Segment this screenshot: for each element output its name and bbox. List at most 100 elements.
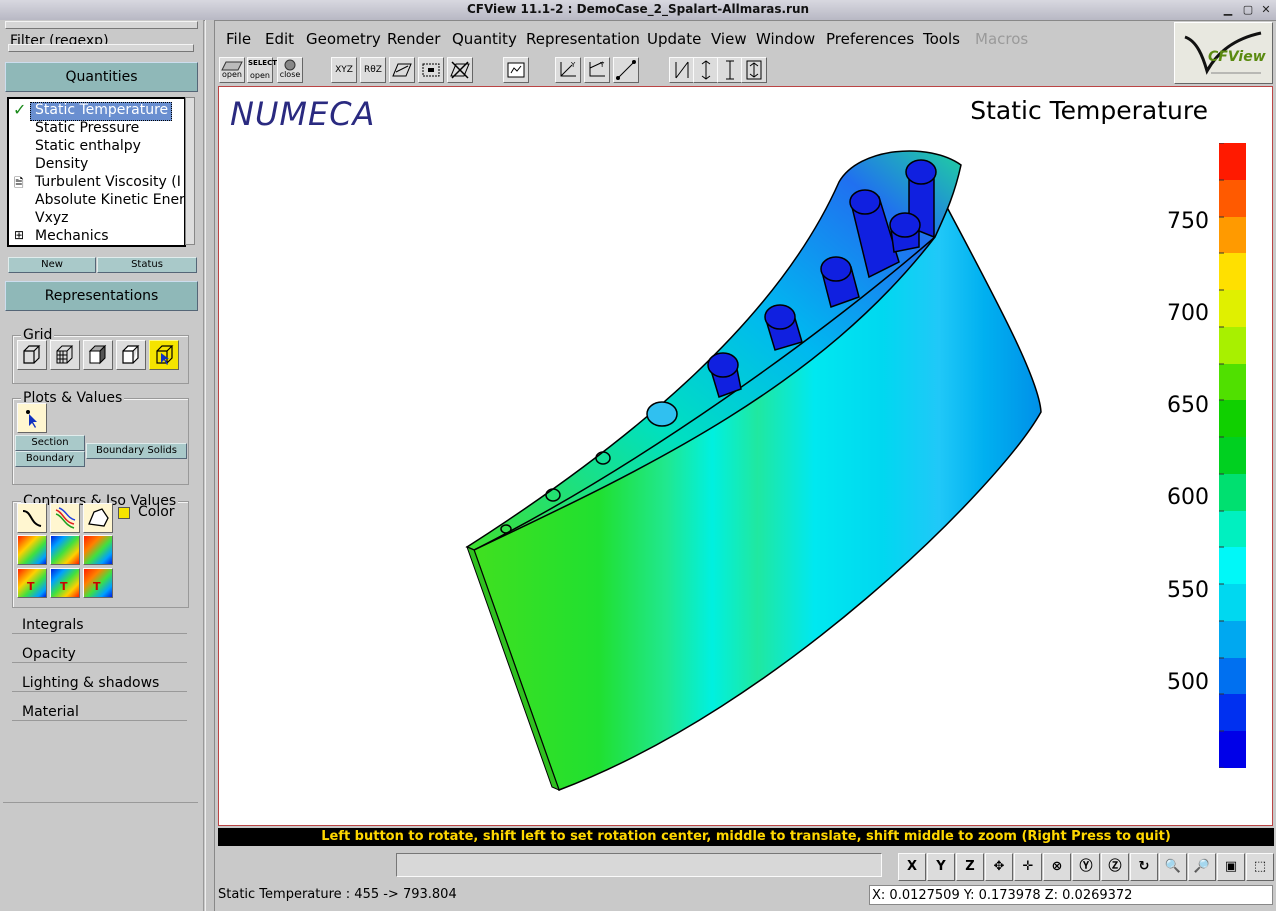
rqz-button[interactable]: RθZ: [360, 57, 386, 83]
rotate-x-icon[interactable]: ⊗: [1043, 853, 1071, 881]
contour-flat-icon[interactable]: [17, 535, 47, 565]
menu-file[interactable]: File: [226, 30, 251, 48]
colorbar-tick-label: 700: [1167, 301, 1209, 326]
menu-geometry[interactable]: Geometry: [306, 30, 381, 48]
material-section[interactable]: Material: [12, 704, 187, 721]
contour-threshold-smooth-icon[interactable]: T: [50, 568, 80, 598]
rotate-y-icon[interactable]: Ⓨ: [1072, 853, 1100, 881]
contour-banded-icon[interactable]: [83, 535, 113, 565]
grid-outline-icon[interactable]: [116, 340, 146, 370]
probe-pointer-icon[interactable]: [17, 403, 47, 433]
section-button[interactable]: Section: [15, 435, 85, 451]
iso-lines-icon[interactable]: [50, 503, 80, 533]
menu-update[interactable]: Update: [647, 30, 701, 48]
xyz-label: XYZ: [335, 65, 353, 75]
colorbar-tick-label: 500: [1167, 670, 1209, 695]
colorbar-tick-label: 600: [1167, 485, 1209, 510]
quantity-range: Static Temperature : 455 -> 793.804: [218, 887, 457, 902]
main-area: File Edit Geometry Render Quantity Repre…: [215, 20, 1276, 911]
lighting-section[interactable]: Lighting & shadows: [12, 675, 187, 692]
view-y-label: Y: [936, 859, 946, 874]
new-button[interactable]: New: [8, 257, 96, 273]
contour-threshold-banded-icon[interactable]: T: [83, 568, 113, 598]
rotate-z-icon[interactable]: Ⓩ: [1101, 853, 1129, 881]
boundary-solids-button[interactable]: Boundary Solids: [86, 443, 187, 459]
color-checkbox[interactable]: [118, 507, 130, 519]
close-project-button[interactable]: close: [277, 57, 303, 83]
filter-input[interactable]: [8, 44, 194, 52]
list-item[interactable]: Static Temperature: [35, 102, 168, 118]
menu-edit[interactable]: Edit: [265, 30, 294, 48]
surface-plane-icon[interactable]: [389, 57, 415, 83]
select-open-button[interactable]: SELECT open: [247, 57, 277, 83]
grid-wireframe-icon[interactable]: [17, 340, 47, 370]
rotate-all-icon[interactable]: ✥: [985, 853, 1013, 881]
vertical-scrollbar[interactable]: [185, 97, 195, 245]
contour-line-icon[interactable]: [17, 503, 47, 533]
contour-smooth-icon[interactable]: [50, 535, 80, 565]
cut-plane-3-icon[interactable]: [717, 57, 743, 83]
list-item[interactable]: Absolute Kinetic Ener: [35, 192, 184, 208]
axis-view-1-icon[interactable]: Y: [555, 57, 581, 83]
expand-icon[interactable]: ⊞: [14, 228, 24, 242]
view-y-button[interactable]: Y: [927, 853, 955, 881]
list-item[interactable]: Density: [35, 156, 88, 172]
iso-surface-icon[interactable]: [83, 503, 113, 533]
view-z-button[interactable]: Z: [956, 853, 984, 881]
grid-mesh-icon[interactable]: [50, 340, 80, 370]
menu-view[interactable]: View: [711, 30, 747, 48]
integrals-label: Integrals: [20, 617, 86, 633]
menu-preferences[interactable]: Preferences: [826, 30, 914, 48]
cut-plane-4-icon[interactable]: [741, 57, 767, 83]
fit-view-icon[interactable]: ▣: [1217, 853, 1245, 881]
translate-icon[interactable]: ✛: [1014, 853, 1042, 881]
quantities-list[interactable]: ✓ Static Temperature Static Pressure Sta…: [7, 97, 186, 247]
grid-select-icon[interactable]: [149, 340, 179, 370]
colorbar-tick-label: 650: [1167, 393, 1209, 418]
panel-splitter[interactable]: [205, 20, 215, 911]
list-item[interactable]: Static enthalpy: [35, 138, 141, 154]
view-x-button[interactable]: X: [898, 853, 926, 881]
grid-solid-icon[interactable]: [83, 340, 113, 370]
list-item[interactable]: Static Pressure: [35, 120, 139, 136]
menu-window[interactable]: Window: [756, 30, 815, 48]
list-item[interactable]: Vxyz: [35, 210, 69, 226]
svg-text:Y: Y: [599, 61, 605, 69]
menu-representation[interactable]: Representation: [526, 30, 640, 48]
minimize-button[interactable]: ▁: [1220, 2, 1236, 17]
graph-window-icon[interactable]: [503, 57, 529, 83]
select-box-icon[interactable]: [418, 57, 444, 83]
boundary-button[interactable]: Boundary: [15, 451, 85, 467]
command-input[interactable]: [396, 853, 882, 877]
list-item[interactable]: Mechanics: [35, 228, 109, 244]
blade-render: [465, 150, 1042, 791]
opacity-section[interactable]: Opacity: [12, 646, 187, 663]
cfview-logo: CFView: [1174, 22, 1273, 84]
measure-distance-icon[interactable]: [613, 57, 639, 83]
cut-plane-1-icon[interactable]: [669, 57, 695, 83]
cut-plane-2-icon[interactable]: [693, 57, 719, 83]
rotate-screen-icon[interactable]: ↻: [1130, 853, 1158, 881]
xyz-button[interactable]: XYZ: [331, 57, 357, 83]
menu-quantity[interactable]: Quantity: [452, 30, 517, 48]
close-window-button[interactable]: ✕: [1258, 2, 1274, 17]
integrals-section[interactable]: Integrals: [12, 617, 187, 634]
status-button[interactable]: Status: [97, 257, 197, 273]
axis-view-2-icon[interactable]: Y: [584, 57, 610, 83]
delete-surface-icon[interactable]: [447, 57, 473, 83]
zoom-icon[interactable]: 🔎: [1188, 853, 1216, 881]
colorbar-tick-label: 750: [1167, 209, 1209, 234]
representations-header[interactable]: Representations: [5, 281, 198, 311]
maximize-button[interactable]: ▢: [1240, 2, 1256, 17]
menu-render[interactable]: Render: [387, 30, 440, 48]
quantities-header[interactable]: Quantities: [5, 62, 198, 92]
contour-threshold-icon[interactable]: T: [17, 568, 47, 598]
list-item[interactable]: Turbulent Viscosity (I: [35, 174, 181, 190]
horizontal-scrollbar[interactable]: [9, 245, 184, 247]
menu-tools[interactable]: Tools: [923, 30, 960, 48]
zoom-area-icon[interactable]: 🔍: [1159, 853, 1187, 881]
3d-viewport[interactable]: NUMECA Static Temperature 750 700 650 60…: [218, 86, 1273, 826]
open-project-button[interactable]: open: [219, 57, 245, 83]
cube-view-icon[interactable]: ⬚: [1246, 853, 1274, 881]
open-label: open: [222, 70, 242, 79]
